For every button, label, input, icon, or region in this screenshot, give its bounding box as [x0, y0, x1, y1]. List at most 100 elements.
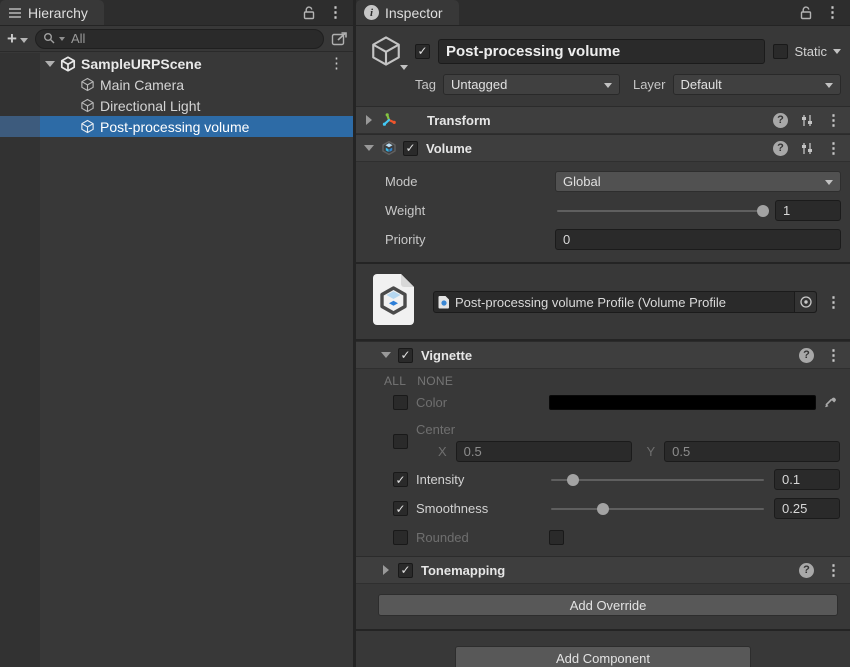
override-toggle-row: ALL NONE: [356, 373, 850, 388]
tree-row-main-camera[interactable]: Main Camera: [0, 74, 353, 95]
tree-row-scene[interactable]: SampleURPScene ⋮: [0, 53, 353, 74]
create-button[interactable]: +: [7, 29, 28, 49]
tonemapping-enabled-checkbox[interactable]: ✓: [398, 563, 413, 578]
add-component-button[interactable]: Add Component: [455, 646, 751, 667]
volume-enabled-checkbox[interactable]: ✓: [403, 141, 418, 156]
help-icon[interactable]: ?: [799, 348, 814, 363]
hierarchy-list-icon: [8, 7, 22, 19]
color-swatch[interactable]: [549, 395, 816, 410]
center-x-input[interactable]: 0.5: [456, 441, 632, 462]
slider-thumb[interactable]: [757, 205, 769, 217]
gameobject-active-checkbox[interactable]: ✓: [415, 44, 430, 59]
hierarchy-visibility-gutter[interactable]: [0, 53, 40, 667]
presets-icon[interactable]: [800, 114, 814, 127]
component-menu-icon[interactable]: ⋮: [826, 141, 841, 156]
pick-window-icon[interactable]: [331, 31, 348, 47]
gameobject-cube-icon: [80, 77, 95, 92]
scene-menu-icon[interactable]: ⋮: [329, 56, 353, 71]
smoothness-slider[interactable]: [549, 498, 766, 519]
intensity-input[interactable]: 0.1: [774, 469, 840, 490]
foldout-open-icon[interactable]: [45, 61, 55, 67]
inspector-menu-icon[interactable]: ⋮: [825, 5, 840, 20]
gameobject-cube-icon: [80, 119, 95, 134]
intensity-label: Intensity: [416, 472, 549, 487]
chevron-down-icon: [825, 83, 833, 88]
object-picker-icon[interactable]: [794, 292, 816, 312]
profile-menu-icon[interactable]: ⋮: [826, 295, 841, 310]
transform-icon: [381, 112, 397, 128]
none-button[interactable]: NONE: [417, 374, 453, 388]
rounded-row: Rounded: [356, 523, 850, 552]
weight-input[interactable]: 1: [775, 200, 841, 221]
vignette-title: Vignette: [421, 348, 472, 363]
static-dropdown-icon[interactable]: [833, 49, 841, 54]
tree-item-label: Main Camera: [100, 77, 184, 93]
hierarchy-search-input[interactable]: All: [35, 29, 324, 49]
all-button[interactable]: ALL: [384, 374, 406, 388]
weight-slider[interactable]: [555, 200, 767, 221]
slider-track: [557, 210, 765, 212]
transform-header[interactable]: Transform ? ⋮: [356, 106, 850, 134]
smoothness-input[interactable]: 0.25: [774, 498, 840, 519]
intensity-slider[interactable]: [549, 469, 766, 490]
profile-value: Post-processing volume Profile (Volume P…: [455, 295, 726, 310]
foldout-open-icon[interactable]: [381, 352, 391, 358]
unlock-icon[interactable]: [800, 6, 812, 20]
tag-dropdown[interactable]: Untagged: [443, 74, 620, 95]
slider-thumb[interactable]: [567, 474, 579, 486]
inspector-panel: i Inspector ⋮ ✓ Post-processing volume: [356, 0, 850, 667]
rounded-value-checkbox[interactable]: [549, 530, 564, 545]
profile-mini-icon: [438, 295, 450, 309]
layer-dropdown[interactable]: Default: [673, 74, 842, 95]
rounded-label: Rounded: [416, 530, 549, 545]
tree-row-directional-light[interactable]: Directional Light: [0, 95, 353, 116]
slider-thumb[interactable]: [597, 503, 609, 515]
presets-icon[interactable]: [800, 142, 814, 155]
color-row: Color: [356, 388, 850, 417]
vignette-header[interactable]: ✓ Vignette ? ⋮: [356, 341, 850, 369]
help-icon[interactable]: ?: [773, 113, 788, 128]
slider-track: [551, 508, 764, 510]
weight-label: Weight: [385, 203, 555, 218]
vignette-enabled-checkbox[interactable]: ✓: [398, 348, 413, 363]
override-menu-icon[interactable]: ⋮: [826, 563, 841, 578]
priority-input[interactable]: 0: [555, 229, 841, 250]
tab-hierarchy[interactable]: Hierarchy: [0, 0, 104, 25]
smoothness-override-checkbox[interactable]: ✓: [393, 501, 408, 516]
smoothness-row: ✓ Smoothness 0.25: [356, 494, 850, 523]
volume-profile-object-field[interactable]: Post-processing volume Profile (Volume P…: [433, 291, 817, 313]
inspector-footer: Add Component: [356, 629, 850, 667]
add-override-button[interactable]: Add Override: [378, 594, 838, 616]
intensity-override-checkbox[interactable]: ✓: [393, 472, 408, 487]
tonemapping-title: Tonemapping: [421, 563, 505, 578]
volume-header[interactable]: ✓ Volume ? ⋮: [356, 134, 850, 162]
tree-row-post-processing-volume[interactable]: Post-processing volume: [0, 116, 353, 137]
tab-inspector[interactable]: i Inspector: [356, 0, 459, 25]
component-menu-icon[interactable]: ⋮: [826, 113, 841, 128]
override-menu-icon[interactable]: ⋮: [826, 348, 841, 363]
gameobject-icon-button[interactable]: [365, 34, 407, 68]
profile-field-row: Post-processing volume Profile (Volume P…: [433, 278, 841, 326]
static-checkbox[interactable]: [773, 44, 788, 59]
help-icon[interactable]: ?: [773, 141, 788, 156]
priority-row: Priority 0: [356, 225, 850, 254]
center-y-input[interactable]: 0.5: [664, 441, 840, 462]
unlock-icon[interactable]: [303, 6, 315, 20]
foldout-closed-icon[interactable]: [383, 565, 389, 575]
gameobject-name-input[interactable]: Post-processing volume: [438, 39, 765, 64]
rounded-override-checkbox[interactable]: [393, 530, 408, 545]
slider-track: [551, 479, 764, 481]
vignette-section: ✓ Vignette ? ⋮ ALL NONE Color: [356, 339, 850, 629]
gameobject-cube-icon: [80, 98, 95, 113]
mode-dropdown[interactable]: Global: [555, 171, 841, 192]
tonemapping-header[interactable]: ✓ Tonemapping ? ⋮: [356, 556, 850, 584]
color-override-checkbox[interactable]: [393, 395, 408, 410]
center-override-checkbox[interactable]: [393, 434, 408, 449]
foldout-open-icon[interactable]: [364, 145, 374, 151]
color-label: Color: [416, 395, 549, 410]
eyedropper-icon[interactable]: [820, 395, 840, 410]
profile-section: Post-processing volume Profile (Volume P…: [356, 262, 850, 339]
hierarchy-menu-icon[interactable]: ⋮: [328, 5, 343, 20]
help-icon[interactable]: ?: [799, 563, 814, 578]
foldout-closed-icon[interactable]: [366, 115, 372, 125]
